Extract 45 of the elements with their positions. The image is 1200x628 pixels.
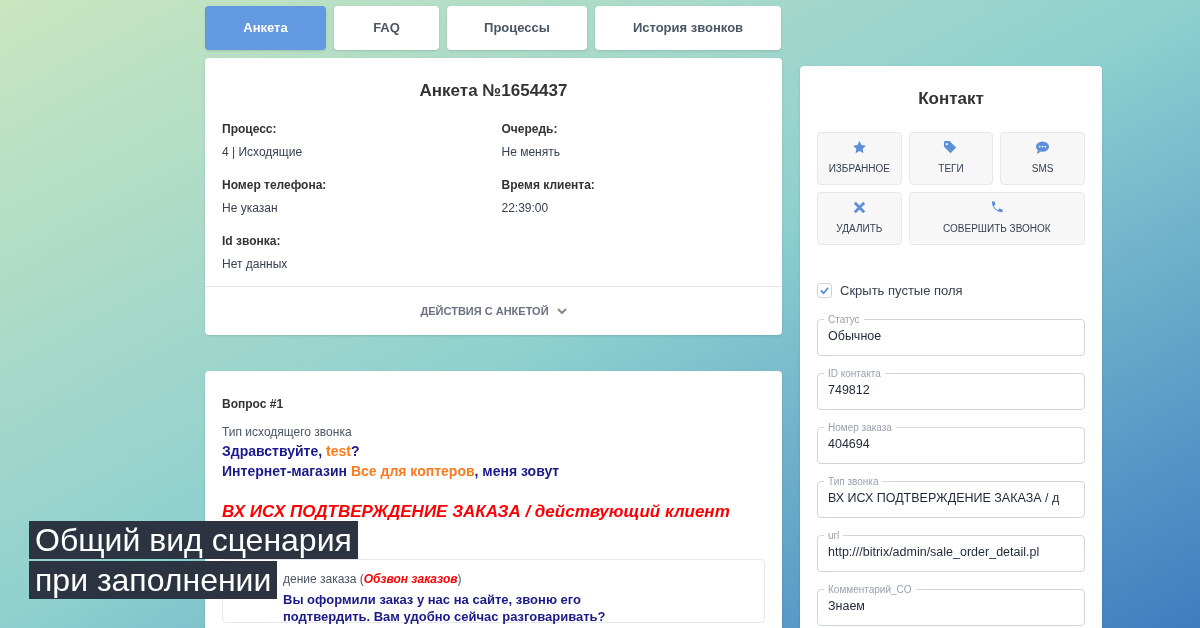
tag-icon: [943, 140, 959, 155]
field-value: Не менять: [501, 143, 560, 161]
question-heading: Вопрос #1: [222, 396, 284, 413]
caption-text: при заполнении: [29, 561, 278, 599]
form-title: Анкета №1654437: [419, 80, 568, 102]
field-label: Id звонка:: [222, 232, 281, 250]
tab[interactable]: История звонков: [595, 6, 781, 50]
field-value: 4 | Исходящие: [222, 143, 303, 161]
script-text: Вы оформили заказ у нас на сайте, звоню его подтвердить. Вам удобно сейчас разговаривать?: [283, 590, 607, 625]
checkbox-label: Скрыть пустые поля: [840, 281, 963, 300]
tab[interactable]: Процессы: [447, 6, 587, 50]
close-icon: [851, 200, 867, 215]
chevron-down-icon: [556, 307, 567, 315]
text-field[interactable]: ID контакта 749812: [817, 366, 1085, 410]
text-field[interactable]: Номер заказа 404694: [817, 420, 1085, 464]
nested-question-title: дение заказа (Обзвон заказов): [283, 570, 462, 588]
contact-action-button[interactable]: ТЕГИ: [908, 131, 994, 185]
contact-action-button[interactable]: УДАЛИТЬ: [817, 191, 902, 245]
contact-title: Контакт: [918, 88, 984, 110]
call-type-heading: ВХ ИСХ ПОДТВЕРЖДЕНИЕ ЗАКАЗА / действующий клиент: [222, 501, 730, 523]
chat-bubble-icon: [1035, 140, 1051, 155]
phone-icon: [989, 200, 1005, 215]
text-field[interactable]: url http:///bitrix/admin/sale_order_detail.pl: [817, 528, 1085, 572]
field-value: 22:39:00: [501, 199, 549, 217]
script-line: Здравствуйте, test?: [222, 442, 360, 461]
contact-action-button[interactable]: SMS: [1000, 131, 1085, 185]
text-field[interactable]: Тип звонка ВХ ИСХ ПОДТВЕРЖДЕНИЕ ЗАКАЗА / д: [817, 474, 1085, 518]
form-actions-button[interactable]: ДЕЙСТВИЯ С АНКЕТОЙ: [420, 302, 567, 320]
field-label: Время клиента:: [501, 176, 595, 194]
contact-action-button[interactable]: ИЗБРАННОЕ: [817, 131, 902, 185]
text-field[interactable]: Статус Обычное: [817, 312, 1085, 356]
field-label: Номер телефона:: [222, 176, 327, 194]
tab[interactable]: FAQ: [334, 6, 439, 50]
checkmark-icon: [819, 284, 830, 296]
text-field[interactable]: Комментарий_CO Знаем: [817, 582, 1085, 626]
caption-text: Общий вид сценария: [29, 521, 358, 559]
field-value: Не указан: [222, 199, 278, 217]
star-icon: [851, 140, 867, 155]
field-label: Очередь:: [501, 120, 558, 138]
question-subtitle: Тип исходящего звонка: [222, 424, 352, 441]
field-label: Процесс:: [222, 120, 277, 138]
field-value: Нет данных: [222, 255, 288, 273]
script-line: Интернет-магазин Все для коптеров, меня зовут: [222, 462, 560, 481]
contact-action-button[interactable]: СОВЕРШИТЬ ЗВОНОК: [908, 191, 1085, 245]
checkbox[interactable]: [817, 282, 832, 298]
